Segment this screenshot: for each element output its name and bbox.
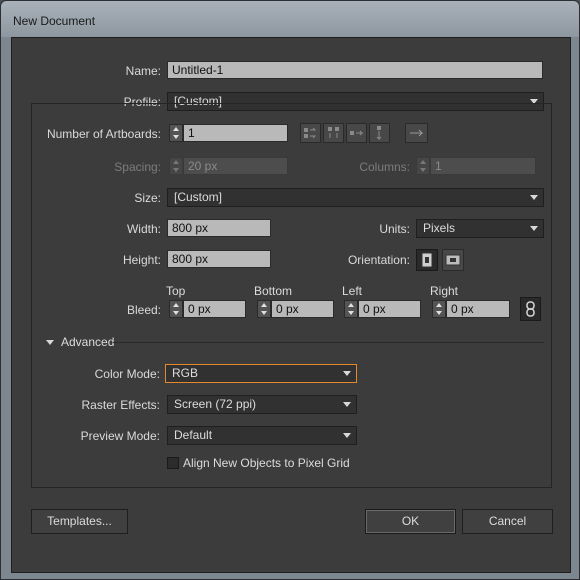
height-input[interactable]: 800 px xyxy=(167,250,271,268)
bleed-label: Bleed: xyxy=(126,303,161,317)
spacing-stepper xyxy=(169,157,183,175)
new-document-window: New Document Name: Untitled-1 Profile: [… xyxy=(0,0,580,580)
bleed-left-input[interactable]: 0 px xyxy=(358,300,421,318)
columns-label: Columns: xyxy=(359,160,410,174)
bleed-bottom-label: Bottom xyxy=(254,284,293,298)
chevron-down-icon xyxy=(343,402,351,407)
units-label: Units: xyxy=(379,222,410,236)
color-mode-label: Color Mode: xyxy=(94,367,160,381)
chevron-down-icon xyxy=(343,371,351,376)
align-pixel-grid-checkbox[interactable] xyxy=(167,457,179,469)
dialog-body: Name: Untitled-1 Profile: [Custom] Numbe… xyxy=(11,37,571,573)
preview-mode-dropdown[interactable]: Default xyxy=(167,426,357,445)
chevron-down-icon xyxy=(343,433,351,438)
window-title: New Document xyxy=(13,14,96,28)
bleed-right-label: Right xyxy=(430,284,459,298)
bleed-right-stepper[interactable] xyxy=(432,300,446,318)
width-input[interactable]: 800 px xyxy=(167,219,271,237)
bleed-right-input[interactable]: 0 px xyxy=(446,300,510,318)
chevron-down-icon xyxy=(530,226,538,231)
preview-mode-value: Default xyxy=(174,428,213,442)
chevron-down-icon xyxy=(530,195,538,200)
columns-input: 1 xyxy=(430,157,536,175)
arrange-by-column-icon[interactable] xyxy=(369,123,390,143)
title-bar[interactable]: New Document xyxy=(1,1,579,37)
units-dropdown[interactable]: Pixels xyxy=(416,219,544,238)
columns-stepper xyxy=(416,157,430,175)
name-label: Name: xyxy=(125,64,161,78)
name-input[interactable]: Untitled-1 xyxy=(167,61,543,79)
advanced-toggle[interactable]: Advanced xyxy=(61,335,114,349)
size-dropdown[interactable]: [Custom] xyxy=(167,188,544,207)
artboards-label: Number of Artboards: xyxy=(46,127,161,141)
raster-effects-dropdown[interactable]: Screen (72 ppi) xyxy=(167,395,357,414)
bleed-top-input[interactable]: 0 px xyxy=(183,300,246,318)
size-value: [Custom] xyxy=(174,190,223,204)
bleed-left-label: Left xyxy=(342,284,363,298)
spacing-input: 20 px xyxy=(183,157,288,175)
height-label: Height: xyxy=(122,253,161,267)
bleed-left-stepper[interactable] xyxy=(344,300,358,318)
disclosure-triangle-icon[interactable] xyxy=(46,340,54,345)
advanced-divider xyxy=(113,342,544,343)
landscape-orientation-icon[interactable] xyxy=(442,249,464,271)
spacing-label: Spacing: xyxy=(114,160,161,174)
artboards-stepper[interactable] xyxy=(169,124,183,142)
raster-effects-value: Screen (72 ppi) xyxy=(174,397,257,411)
bleed-bottom-stepper[interactable] xyxy=(257,300,271,318)
preview-mode-label: Preview Mode: xyxy=(80,429,160,443)
bleed-top-stepper[interactable] xyxy=(169,300,183,318)
units-value: Pixels xyxy=(423,221,456,235)
layout-direction-icon[interactable] xyxy=(405,123,428,143)
artboards-input[interactable]: 1 xyxy=(183,124,288,142)
portrait-orientation-icon[interactable] xyxy=(416,249,438,271)
color-mode-value: RGB xyxy=(172,366,199,380)
arrange-by-row-icon[interactable] xyxy=(346,123,367,143)
orientation-label: Orientation: xyxy=(347,253,410,267)
size-label: Size: xyxy=(134,191,161,205)
templates-button[interactable]: Templates... xyxy=(31,509,128,534)
raster-effects-label: Raster Effects: xyxy=(81,398,160,412)
ok-button[interactable]: OK xyxy=(365,509,456,534)
grid-by-column-icon[interactable] xyxy=(323,123,344,143)
width-label: Width: xyxy=(126,222,161,236)
link-bleed-icon[interactable] xyxy=(520,297,541,321)
align-pixel-grid-label[interactable]: Align New Objects to Pixel Grid xyxy=(183,456,350,470)
grid-by-row-icon[interactable] xyxy=(300,123,321,143)
cancel-button[interactable]: Cancel xyxy=(462,509,553,534)
bleed-top-label: Top xyxy=(166,284,186,298)
color-mode-dropdown[interactable]: RGB xyxy=(165,364,357,383)
bleed-bottom-input[interactable]: 0 px xyxy=(271,300,334,318)
